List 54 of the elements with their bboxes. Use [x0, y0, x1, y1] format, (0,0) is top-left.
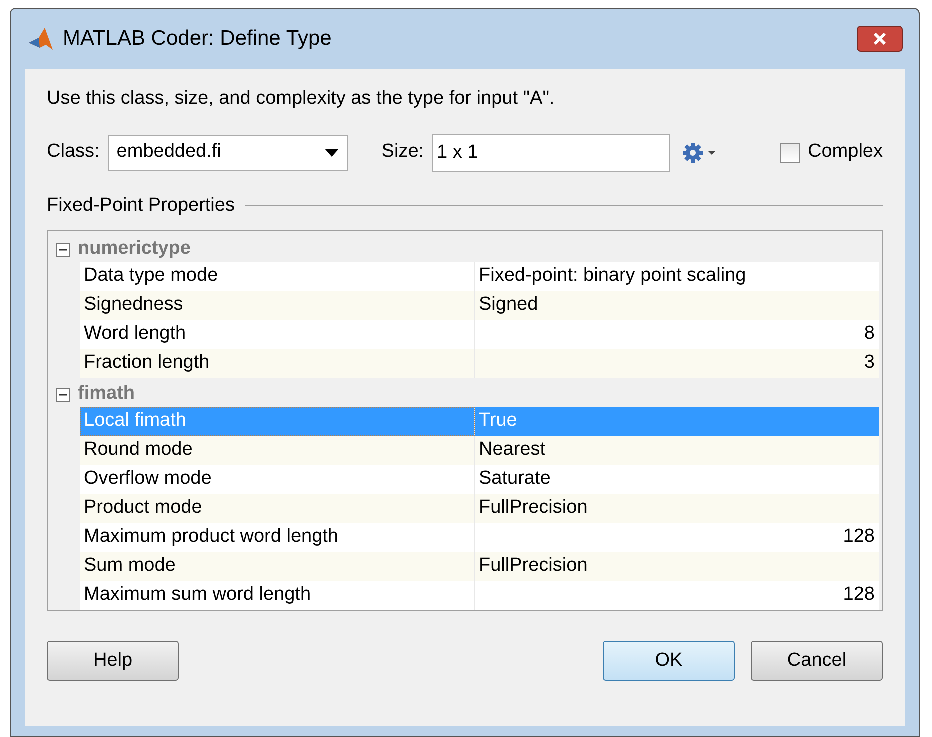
- property-value: Nearest: [479, 438, 546, 462]
- help-button[interactable]: Help: [47, 641, 179, 681]
- property-name: Data type mode: [84, 264, 218, 288]
- section-title: Fixed-Point Properties: [47, 194, 235, 218]
- property-row[interactable]: Word length 8: [80, 320, 879, 349]
- window-title: MATLAB Coder: Define Type: [63, 26, 332, 52]
- property-row[interactable]: Overflow mode Saturate: [80, 465, 879, 494]
- property-row[interactable]: Maximum product word length 128: [80, 523, 879, 552]
- property-value: 8: [864, 322, 875, 346]
- property-name: Fraction length: [84, 351, 210, 376]
- property-name: Product mode: [84, 496, 202, 520]
- property-name: Word length: [84, 322, 186, 346]
- property-row[interactable]: Product mode FullPrecision: [80, 494, 879, 523]
- caret-icon: [324, 148, 339, 156]
- close-button[interactable]: [857, 26, 903, 52]
- complex-checkbox[interactable]: [780, 142, 800, 162]
- settings-icon: [682, 142, 718, 164]
- class-dropdown[interactable]: embedded.fi: [108, 134, 348, 170]
- complex-label: Complex: [808, 140, 883, 164]
- property-value: FullPrecision: [479, 496, 588, 520]
- property-name: Sum mode: [84, 554, 176, 578]
- property-value: 128: [843, 583, 875, 608]
- property-name: Round mode: [84, 438, 193, 462]
- settings-button[interactable]: [682, 142, 718, 164]
- property-row[interactable]: Fraction length 3: [80, 349, 879, 378]
- property-row[interactable]: Signedness Signed: [80, 291, 879, 320]
- property-row[interactable]: Maximum sum word length 128: [80, 581, 879, 610]
- logo-icon: [27, 26, 55, 52]
- property-value: Saturate: [479, 467, 551, 492]
- ok-button[interactable]: OK: [603, 641, 735, 681]
- property-name: Signedness: [84, 293, 184, 318]
- property-value: 128: [843, 525, 875, 550]
- property-name: Local fimath: [84, 409, 186, 434]
- collapse-icon[interactable]: [56, 242, 70, 256]
- cancel-button[interactable]: Cancel: [751, 641, 883, 681]
- property-name: Maximum product word length: [84, 525, 338, 550]
- property-value: 3: [864, 351, 875, 376]
- size-label: Size:: [382, 140, 424, 164]
- instruction-text: Use this class, size, and complexity as the type for input "A".: [47, 87, 556, 111]
- collapse-icon[interactable]: [56, 388, 70, 402]
- property-name: Overflow mode: [84, 467, 212, 492]
- property-row[interactable]: Data type mode Fixed-point: binary point scaling: [80, 262, 879, 291]
- close-icon: [873, 33, 887, 45]
- property-value: FullPrecision: [479, 554, 588, 578]
- class-label: Class:: [47, 140, 100, 164]
- property-name: Maximum sum word length: [84, 583, 312, 608]
- property-value: True: [479, 409, 518, 434]
- group-header: numerictype: [78, 237, 191, 262]
- property-row[interactable]: Sum mode FullPrecision: [80, 552, 879, 581]
- size-field[interactable]: 1 x 1: [432, 134, 670, 172]
- property-row[interactable]: Round mode Nearest: [80, 436, 879, 465]
- group-header: fimath: [78, 382, 135, 406]
- property-value: Fixed-point: binary point scaling: [479, 264, 746, 288]
- property-value: Signed: [479, 293, 538, 318]
